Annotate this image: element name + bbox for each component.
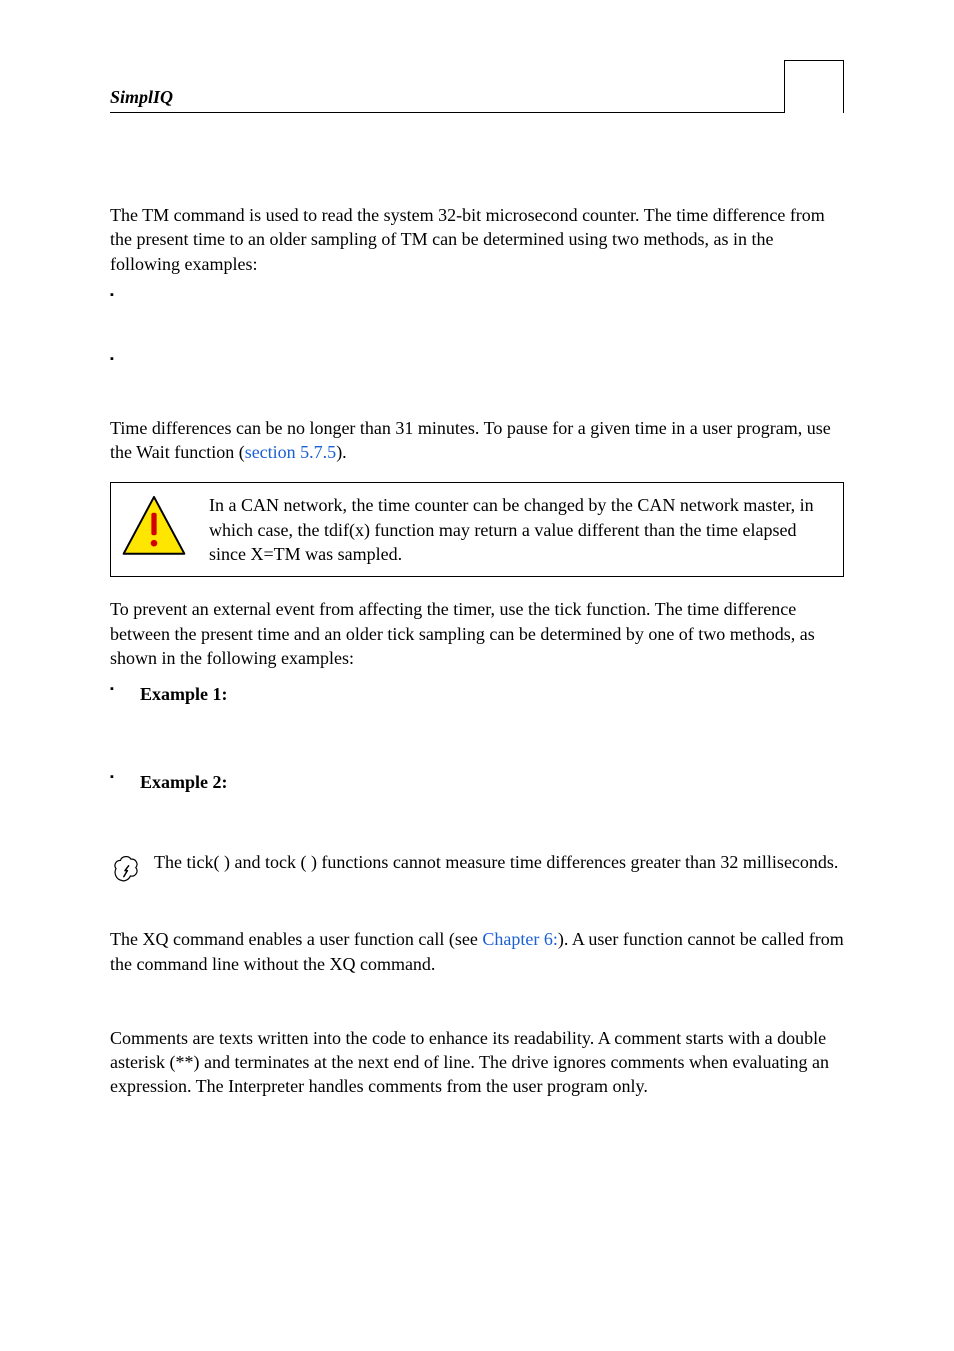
- xq-paragraph: The XQ command enables a user function c…: [110, 927, 844, 976]
- header-title: SimplIQ: [110, 87, 173, 108]
- warning-icon: [121, 493, 187, 566]
- time-diff-paragraph: Time differences can be no longer than 3…: [110, 416, 844, 465]
- list-item: [110, 352, 844, 392]
- page-header: SimplIQ: [110, 60, 844, 113]
- warning-text: In a CAN network, the time counter can b…: [209, 493, 829, 566]
- chapter-link[interactable]: Chapter 6:: [482, 929, 557, 949]
- example-b-2: Example 2:: [140, 772, 228, 792]
- example-b-1: Example 1:: [140, 684, 228, 704]
- time-diff-post: ).: [336, 442, 347, 462]
- note-block: The tick( ) and tock ( ) functions canno…: [110, 850, 844, 887]
- list-item: [110, 288, 844, 328]
- note-icon: [110, 850, 140, 887]
- note-text: The tick( ) and tock ( ) functions canno…: [154, 850, 838, 887]
- comments-paragraph: Comments are texts written into the code…: [110, 1026, 844, 1099]
- header-side-box: [784, 60, 844, 113]
- xq-pre: The XQ command enables a user function c…: [110, 929, 482, 949]
- tick-intro-paragraph: To prevent an external event from affect…: [110, 597, 844, 670]
- section-link[interactable]: section 5.7.5: [245, 442, 337, 462]
- examples-list-a: [110, 288, 844, 392]
- list-item: Example 1:: [110, 682, 844, 722]
- list-item: Example 2:: [110, 770, 844, 810]
- intro-paragraph: The TM command is used to read the syste…: [110, 203, 844, 276]
- examples-list-b: Example 1: Example 2:: [110, 682, 844, 810]
- warning-callout: In a CAN network, the time counter can b…: [110, 482, 844, 577]
- time-diff-pre: Time differences can be no longer than 3…: [110, 418, 831, 462]
